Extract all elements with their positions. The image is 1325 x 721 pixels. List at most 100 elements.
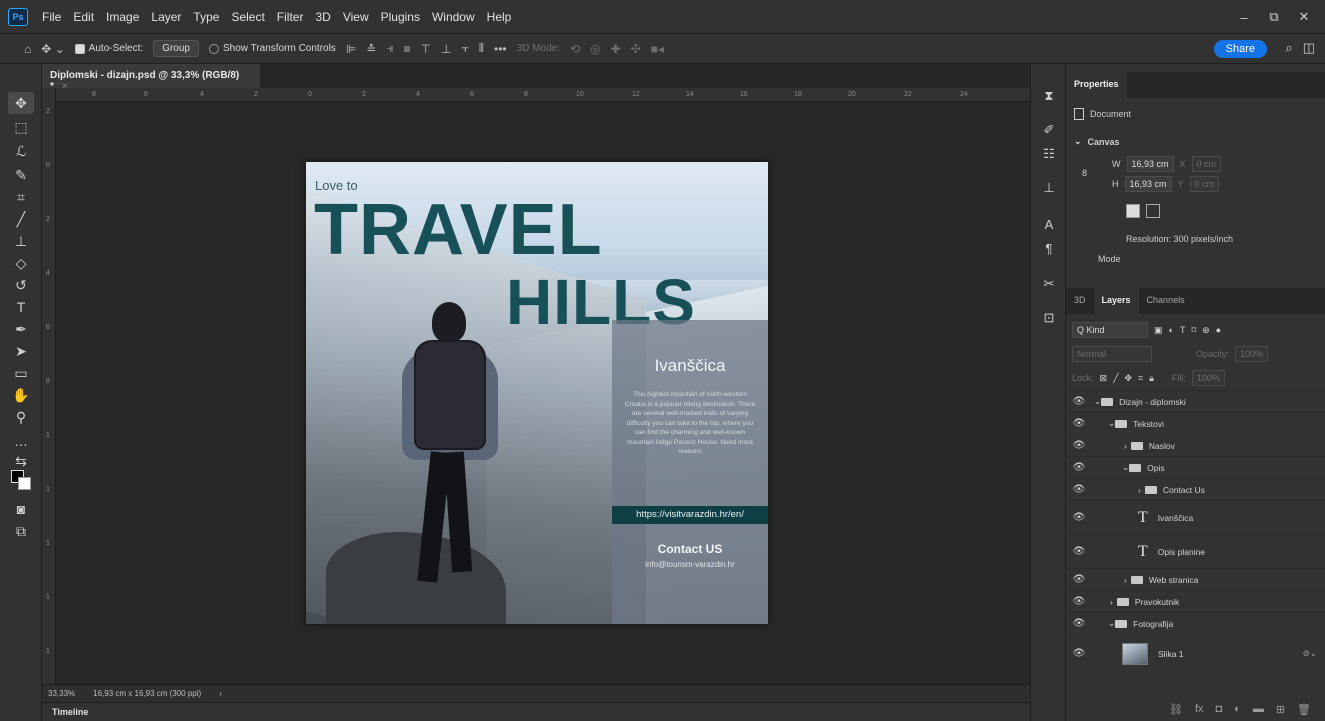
landscape-icon[interactable] <box>1146 204 1160 218</box>
layer-row[interactable]: 👁︎ ⌄ Dizajn - diplomski <box>1066 390 1325 412</box>
path-select-tool-icon[interactable]: ➤ <box>8 340 34 362</box>
status-menu-arrow[interactable]: › <box>219 689 222 698</box>
menu-select[interactable]: Select <box>225 10 270 24</box>
layer-row[interactable]: 👁︎ Slika 1 ⊘⌄ <box>1066 634 1325 672</box>
menu-layer[interactable]: Layer <box>145 10 187 24</box>
height-field[interactable]: 16,93 cm <box>1124 176 1172 192</box>
rectangle-tool-icon[interactable]: ▭ <box>8 362 34 384</box>
filter-toggle-icon[interactable]: ● <box>1216 325 1221 335</box>
new-layer-icon[interactable]: ⊞ <box>1276 703 1285 716</box>
y-field[interactable]: 0 cm <box>1189 176 1220 192</box>
libraries-panel-icon[interactable]: ⊡ <box>1039 308 1059 328</box>
move-tool-icon[interactable]: ✥ <box>8 92 34 114</box>
distribute-icon[interactable]: ≡ <box>404 42 411 56</box>
minimize-button[interactable]: – <box>1229 10 1259 25</box>
canvas-section[interactable]: ⌄ Canvas <box>1074 136 1120 147</box>
brush-settings-icon[interactable]: ✐ <box>1039 120 1059 140</box>
menu-plugins[interactable]: Plugins <box>375 10 426 24</box>
show-transform-checkbox[interactable]: Show Transform Controls <box>208 43 336 54</box>
adjustment-layer-icon[interactable]: ◐ <box>1234 703 1241 715</box>
move-tool-preset-icon[interactable]: ✥ ⌄ <box>41 42 64 56</box>
3d-camera-icon[interactable]: ■◂ <box>651 42 664 56</box>
timeline-panel-tab[interactable]: Timeline <box>42 702 1030 721</box>
visibility-eye-icon[interactable]: 👁︎ <box>1066 396 1092 407</box>
delete-layer-icon[interactable]: 🗑︎ <box>1297 703 1311 716</box>
layer-row[interactable]: 👁︎ T Opis planine <box>1066 534 1325 568</box>
align-left-icon[interactable]: ⊫ <box>346 42 356 56</box>
tab-properties[interactable]: Properties <box>1066 72 1127 98</box>
align-top-icon[interactable]: ⊤ <box>421 42 431 56</box>
link-dimensions-icon[interactable]: 8 <box>1082 168 1087 178</box>
3d-roll-icon[interactable]: ◎ <box>590 42 600 56</box>
3d-orbit-icon[interactable]: ⟲ <box>570 42 580 56</box>
search-icon[interactable]: ⌕ <box>1285 40 1292 56</box>
lasso-tool-icon[interactable]: ℒ <box>8 140 34 162</box>
character-panel-icon[interactable]: A <box>1039 214 1059 234</box>
menu-window[interactable]: Window <box>426 10 481 24</box>
menu-help[interactable]: Help <box>481 10 518 24</box>
visibility-eye-icon[interactable]: 👁︎ <box>1066 546 1092 557</box>
type-tool-icon[interactable]: T <box>8 296 34 318</box>
menu-file[interactable]: File <box>36 10 67 24</box>
width-field[interactable]: 16,93 cm <box>1126 156 1174 172</box>
lock-brush-icon[interactable]: ╱ <box>1113 373 1118 384</box>
visibility-eye-icon[interactable]: 👁︎ <box>1066 648 1092 659</box>
layer-row[interactable]: 👁︎ › Web stranica <box>1066 568 1325 590</box>
menu-edit[interactable]: Edit <box>67 10 100 24</box>
visibility-eye-icon[interactable]: 👁︎ <box>1066 512 1092 523</box>
layer-row[interactable]: 👁︎ T Ivanščica <box>1066 500 1325 534</box>
add-mask-icon[interactable]: ◘ <box>1216 703 1223 715</box>
lock-position-icon[interactable]: ✥ <box>1124 373 1132 384</box>
restore-button[interactable]: ⧉ <box>1259 9 1289 25</box>
crop-tool-icon[interactable]: ⌗ <box>8 186 34 208</box>
hand-tool-icon[interactable]: ✋ <box>8 384 34 406</box>
shape-filter-icon[interactable]: ⌑ <box>1191 325 1196 336</box>
layer-row[interactable]: 👁︎ › Pravokutnik <box>1066 590 1325 612</box>
swap-colors-icon[interactable]: ⇆ <box>8 450 34 472</box>
visibility-eye-icon[interactable]: 👁︎ <box>1066 462 1092 473</box>
quick-select-tool-icon[interactable]: ✎ <box>8 164 34 186</box>
link-icon[interactable]: ⊘⌄ <box>1303 648 1317 659</box>
pixel-filter-icon[interactable]: ▣ <box>1154 325 1163 336</box>
more-tools-icon[interactable]: … <box>8 430 34 452</box>
zoom-level[interactable]: 33,33% <box>48 689 75 698</box>
visibility-eye-icon[interactable]: 👁︎ <box>1066 596 1092 607</box>
layer-row[interactable]: 👁︎ ⌄ Tekstovi <box>1066 412 1325 434</box>
marquee-tool-icon[interactable]: ⬚ <box>8 116 34 138</box>
home-icon[interactable]: ⌂ <box>24 42 31 56</box>
menu-3d[interactable]: 3D <box>309 10 336 24</box>
fx-icon[interactable]: fx <box>1195 703 1204 715</box>
history-brush-icon[interactable]: ↺ <box>8 274 34 296</box>
portrait-icon[interactable] <box>1126 204 1140 218</box>
adjustments-panel-icon[interactable]: ☷ <box>1039 144 1059 164</box>
visibility-eye-icon[interactable]: 👁︎ <box>1066 618 1092 629</box>
menu-view[interactable]: View <box>337 10 375 24</box>
eraser-tool-icon[interactable]: ◇ <box>8 252 34 274</box>
stamp-tool-icon[interactable]: ⊥ <box>8 230 34 252</box>
menu-image[interactable]: Image <box>100 10 145 24</box>
close-window-button[interactable]: ✕ <box>1289 9 1319 25</box>
lock-pixels-icon[interactable]: ⊠ <box>1100 373 1108 384</box>
lock-all-icon[interactable]: 🔒︎ <box>1149 373 1154 384</box>
layer-row[interactable]: 👁︎ ⌄ Opis <box>1066 456 1325 478</box>
visibility-eye-icon[interactable]: 👁︎ <box>1066 440 1092 451</box>
align-right-icon[interactable]: ⫣ <box>386 41 393 56</box>
foreground-background-colors[interactable] <box>8 470 34 492</box>
layer-row[interactable]: 👁︎ › Contact Us <box>1066 478 1325 500</box>
new-group-icon[interactable]: ▬ <box>1253 703 1264 715</box>
align-bottom-icon[interactable]: ⫟ <box>461 41 468 56</box>
x-field[interactable]: 0 cm <box>1191 156 1222 172</box>
share-button[interactable]: Share <box>1213 40 1267 58</box>
pen-tool-icon[interactable]: ✒ <box>8 318 34 340</box>
workspace-icon[interactable]: ◫ <box>1303 40 1315 56</box>
canvas-area[interactable]: Love to TRAVEL HILLS Ivanščica This high… <box>56 102 1030 684</box>
menu-filter[interactable]: Filter <box>271 10 310 24</box>
link-layers-icon[interactable]: ⛓ <box>1169 703 1183 716</box>
screen-mode-icon[interactable]: ⧉ <box>8 520 34 542</box>
visibility-eye-icon[interactable]: 👁︎ <box>1066 484 1092 495</box>
align-center-icon[interactable]: ≛ <box>366 42 376 56</box>
paragraph-panel-icon[interactable]: ¶ <box>1039 238 1059 258</box>
tab-3d[interactable]: 3D <box>1066 288 1094 314</box>
tools-panel-icon[interactable]: ✂ <box>1039 274 1059 294</box>
opacity-field[interactable]: 100% <box>1235 346 1269 362</box>
